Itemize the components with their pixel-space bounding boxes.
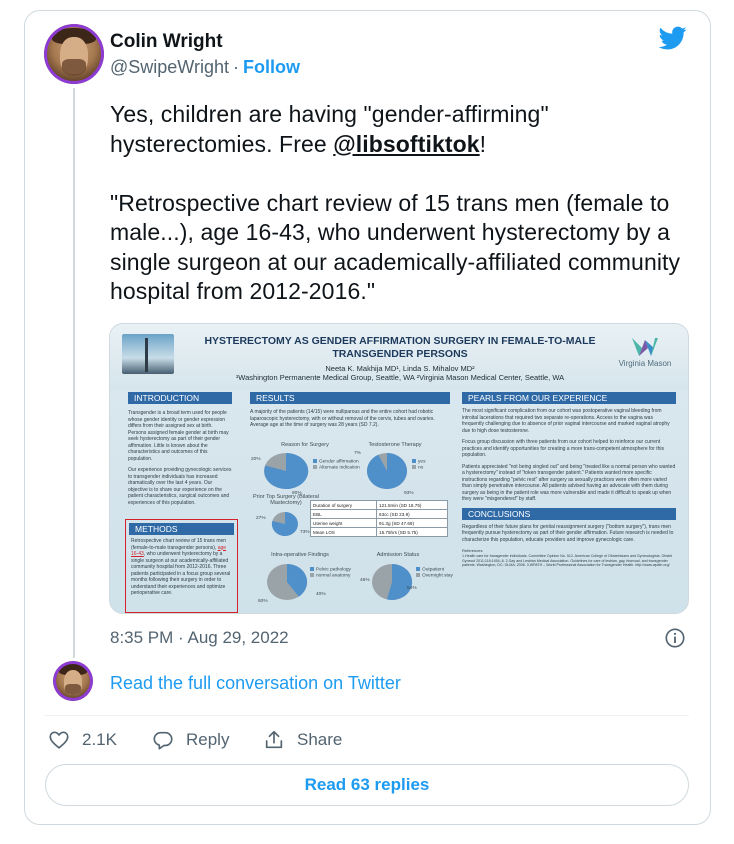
pearls-heading: PEARLS FROM OUR EXPERIENCE	[462, 392, 676, 404]
chart1-title: Reason for Surgery	[281, 442, 329, 448]
chart1-legend-2: Alternate indication	[319, 465, 360, 471]
info-icon[interactable]	[664, 627, 686, 649]
methods-heading: METHODS	[129, 523, 234, 535]
virginia-mason-logo-text: Virginia Mason	[618, 359, 672, 368]
avatar-ring	[53, 661, 93, 701]
seattle-skyline-photo	[122, 334, 174, 374]
chart5-pct-1: 46%	[360, 578, 370, 583]
share-label: Share	[297, 730, 343, 749]
table-cell: Mean LOS	[309, 527, 378, 537]
like-button[interactable]: 2.1K	[48, 728, 117, 752]
chart3-pct-1: 27%	[256, 516, 266, 521]
conclusions-heading: CONCLUSIONS	[462, 507, 676, 520]
references-heading: References	[462, 548, 483, 553]
chart2-title: Testosterone Therapy	[368, 442, 422, 448]
like-count: 2.1K	[82, 730, 117, 749]
table-cell: 15.75hrs (SD 5.75)	[376, 527, 448, 537]
poster-authors: Neeta K. Makhija MD¹, Linda S. Mihalov M…	[190, 364, 610, 382]
chart3-pct-2: 73%	[300, 530, 310, 535]
poster-title: HYSTERECTOMY AS GENDER AFFIRMATION SURGE…	[204, 335, 596, 360]
divider	[44, 715, 689, 716]
poster-results: RESULTS A majority of the patients (14/1…	[250, 392, 450, 429]
introduction-heading: INTRODUCTION	[128, 392, 232, 404]
table-cell: EBL	[309, 509, 378, 519]
pearls-paragraph-3: Patients appreciated "not being singled …	[462, 463, 676, 503]
chart5-pie	[370, 562, 414, 602]
surgery-stats-table: Duration of surgery 121.5min (SD 18.75) E…	[309, 500, 448, 537]
chart4-pct-2: 40%	[316, 592, 326, 597]
chart5-legend: Outpatient Overnight stay	[416, 567, 453, 580]
reply-button[interactable]: Reply	[152, 728, 229, 752]
chart4-pct-1: 60%	[258, 599, 268, 604]
chart4-legend-1: Pelvic pathology	[316, 567, 351, 573]
introduction-paragraph-1: Transgender is a broad term used for peo…	[128, 410, 229, 462]
share-button[interactable]: Share	[263, 728, 342, 752]
methods-text-b: , who underwent hysterectomy by a single…	[131, 551, 231, 596]
chart3-pie	[270, 510, 300, 538]
chart2-legend-1: yes	[418, 459, 426, 465]
table-cell: 63cc (SD 23.9)	[376, 509, 448, 519]
author-name[interactable]: Colin Wright	[110, 31, 223, 53]
chart2-legend-2: no	[418, 465, 424, 471]
table-cell: Uterine weight	[309, 518, 378, 528]
poster-pearls: PEARLS FROM OUR EXPERIENCE The most sign…	[462, 392, 676, 573]
author-avatar[interactable]	[44, 24, 104, 84]
tweet-text: Yes, children are having "gender-affirmi…	[110, 100, 690, 307]
results-heading: RESULTS	[250, 392, 450, 404]
chart4-pie	[265, 562, 309, 602]
methods-highlight-box: METHODS Retrospective chart review of 15…	[125, 519, 238, 613]
table-cell: 121.5min (SD 18.75)	[376, 500, 448, 510]
chart2-pie	[365, 451, 409, 491]
reply-bubble-icon	[153, 731, 173, 750]
chart1-pct-1: 20%	[251, 457, 261, 462]
chart4-legend: Pelvic pathology normal anatomy	[310, 567, 351, 580]
separator-dot: ·	[232, 57, 239, 77]
table-cell: 91.3g (SD 47.69)	[376, 518, 448, 528]
chart2-legend: yes no	[412, 459, 425, 472]
chart1-legend: Gender affirmation Alternate indication	[313, 459, 360, 472]
chart5-legend-2: Overnight stay	[422, 573, 453, 579]
poster-introduction: INTRODUCTION Transgender is a broad term…	[128, 392, 232, 511]
methods-text-a: Retrospective chart review of 15 trans m…	[131, 538, 227, 551]
chart5-legend-1: Outpatient	[422, 567, 445, 573]
read-replies-button[interactable]: Read 63 replies	[45, 764, 689, 806]
avatar-ring	[44, 24, 104, 84]
pearls-paragraph-2: Focus group discussion with three patien…	[462, 439, 665, 458]
tweet-text-part2: !	[479, 130, 487, 157]
tweet-timestamp[interactable]: 8:35 PM · Aug 29, 2022	[110, 628, 289, 648]
table-cell: Duration of surgery	[309, 500, 378, 510]
chart1-pie	[262, 451, 310, 491]
virginia-mason-logo-icon	[632, 338, 658, 356]
heart-icon	[49, 731, 69, 749]
chart1-legend-1: Gender affirmation	[319, 459, 359, 465]
results-text: A majority of the patients (14/15) were …	[250, 409, 435, 428]
poster-affiliations: ¹Washington Permanente Medical Group, Se…	[235, 373, 565, 382]
methods-text: Retrospective chart review of 15 trans m…	[126, 535, 237, 600]
poster-author-names: Neeta K. Makhija MD¹, Linda S. Mihalov M…	[325, 364, 475, 373]
references-text: 1.Health care for transgender individual…	[462, 554, 673, 568]
chart2-pct-2: 93%	[404, 491, 414, 496]
author-handle[interactable]: @SwipeWright	[110, 57, 229, 77]
reply-label: Reply	[186, 730, 230, 749]
read-conversation-link[interactable]: Read the full conversation on Twitter	[110, 673, 401, 694]
conclusions-text: Regardless of their future plans for gen…	[462, 523, 674, 543]
reply-avatar[interactable]	[53, 661, 93, 701]
poster-image[interactable]: HYSTERECTOMY AS GENDER AFFIRMATION SURGE…	[109, 323, 689, 614]
twitter-bird-icon[interactable]	[657, 24, 689, 52]
pearls-paragraph-1: The most significant complication from o…	[462, 408, 670, 434]
thread-line	[73, 88, 75, 658]
handle-row: @SwipeWright · Follow	[110, 57, 300, 78]
introduction-paragraph-2: Our experience providing gynecologic ser…	[128, 467, 232, 506]
mention-link[interactable]: @libsoftiktok	[333, 131, 479, 157]
chart5-pct-2: 54%	[407, 586, 417, 591]
chart5-title: Admission Status	[376, 552, 420, 558]
virginia-mason-logo: Virginia Mason	[613, 336, 677, 368]
tweet-quote: "Retrospective chart review of 15 trans …	[110, 189, 681, 305]
chart4-title: Intra-operative Findings	[271, 552, 329, 558]
chart4-legend-2: normal anatomy	[316, 573, 351, 579]
follow-button[interactable]: Follow	[243, 57, 300, 77]
share-upload-icon	[265, 730, 283, 749]
chart2-pct-1: 7%	[354, 451, 361, 456]
